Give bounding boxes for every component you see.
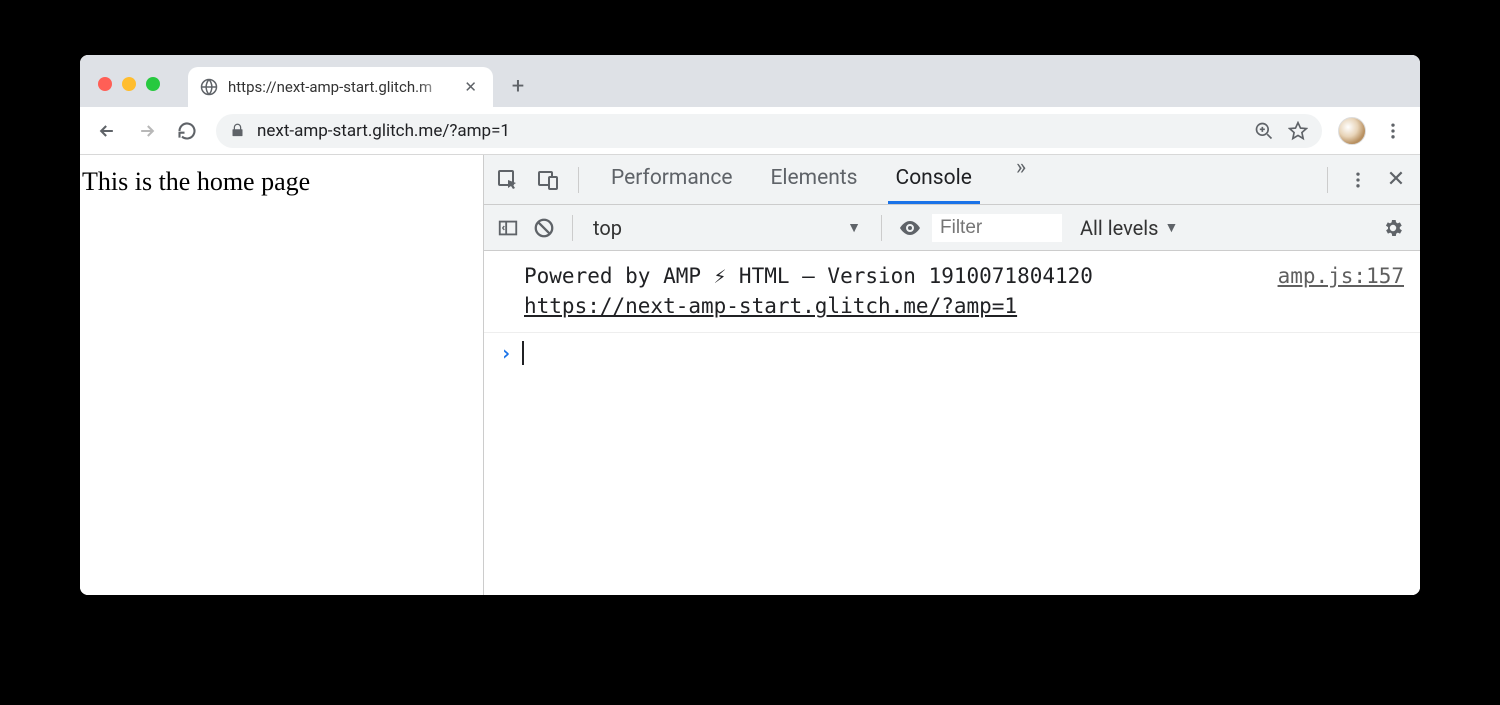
device-toolbar-icon[interactable] xyxy=(534,166,562,194)
console-prompt[interactable]: › xyxy=(484,333,1420,373)
address-bar[interactable]: next-amp-start.glitch.me/?amp=1 xyxy=(216,114,1322,148)
devtools-close-icon[interactable]: ✕ xyxy=(1382,166,1410,194)
devtools-panel: Performance Elements Console » ✕ xyxy=(483,155,1420,595)
maximize-window-button[interactable] xyxy=(146,77,160,91)
filter-input[interactable] xyxy=(932,214,1062,242)
tabs: https://next-amp-start.glitch.m ✕ + xyxy=(188,55,537,107)
tab-console[interactable]: Console xyxy=(888,155,980,204)
back-button[interactable] xyxy=(90,114,124,148)
globe-icon xyxy=(200,78,218,96)
page-body-text: This is the home page xyxy=(82,167,310,196)
minimize-window-button[interactable] xyxy=(122,77,136,91)
reload-button[interactable] xyxy=(170,114,204,148)
tab-bar: https://next-amp-start.glitch.m ✕ + xyxy=(80,55,1420,107)
tab-performance[interactable]: Performance xyxy=(603,155,740,204)
clear-console-icon[interactable] xyxy=(530,214,558,242)
forward-button[interactable] xyxy=(130,114,164,148)
console-settings-icon[interactable] xyxy=(1376,217,1410,239)
prompt-caret-icon: › xyxy=(500,341,512,365)
tab-title: https://next-amp-start.glitch.m xyxy=(228,78,450,96)
tabs-overflow-icon[interactable]: » xyxy=(1002,155,1040,204)
page-viewport: This is the home page xyxy=(80,155,483,595)
bookmark-star-icon[interactable] xyxy=(1288,121,1308,141)
zoom-icon[interactable] xyxy=(1254,121,1274,141)
toolbar: next-amp-start.glitch.me/?amp=1 xyxy=(80,107,1420,155)
chevron-down-icon: ▼ xyxy=(847,219,861,236)
close-tab-icon[interactable]: ✕ xyxy=(460,76,481,98)
log-message-url[interactable]: https://next-amp-start.glitch.me/?amp=1 xyxy=(524,294,1017,318)
toggle-sidebar-icon[interactable] xyxy=(494,214,522,242)
context-label: top xyxy=(593,216,622,240)
inspect-element-icon[interactable] xyxy=(494,166,522,194)
close-window-button[interactable] xyxy=(98,77,112,91)
new-tab-button[interactable]: + xyxy=(499,67,537,105)
devtools-tabstrip: Performance Elements Console » ✕ xyxy=(484,155,1420,205)
browser-menu-button[interactable] xyxy=(1376,121,1410,141)
url-text: next-amp-start.glitch.me/?amp=1 xyxy=(257,121,1242,141)
browser-tab[interactable]: https://next-amp-start.glitch.m ✕ xyxy=(188,67,493,107)
omnibox-actions xyxy=(1254,121,1308,141)
text-cursor xyxy=(522,341,524,365)
content-area: This is the home page Performance Elemen… xyxy=(80,155,1420,595)
profile-avatar[interactable] xyxy=(1338,117,1366,145)
console-toolbar: top ▼ All levels ▼ xyxy=(484,205,1420,251)
console-log-entry: amp.js:157 Powered by AMP ⚡ HTML – Versi… xyxy=(484,251,1420,333)
window-controls xyxy=(98,77,160,91)
browser-window: https://next-amp-start.glitch.m ✕ + next… xyxy=(80,55,1420,595)
tab-elements[interactable]: Elements xyxy=(762,155,865,204)
log-levels-selector[interactable]: All levels ▼ xyxy=(1080,216,1178,240)
log-source-link[interactable]: amp.js:157 xyxy=(1278,261,1404,291)
console-output: amp.js:157 Powered by AMP ⚡ HTML – Versi… xyxy=(484,251,1420,595)
log-message-line-1: Powered by AMP ⚡ HTML – Version 19100718… xyxy=(524,264,1093,288)
devtools-menu-icon[interactable] xyxy=(1344,166,1372,194)
chevron-down-icon: ▼ xyxy=(1164,219,1178,236)
live-expression-icon[interactable] xyxy=(896,214,924,242)
context-selector[interactable]: top ▼ xyxy=(587,216,867,240)
levels-label: All levels xyxy=(1080,216,1158,240)
lock-icon xyxy=(230,123,245,138)
